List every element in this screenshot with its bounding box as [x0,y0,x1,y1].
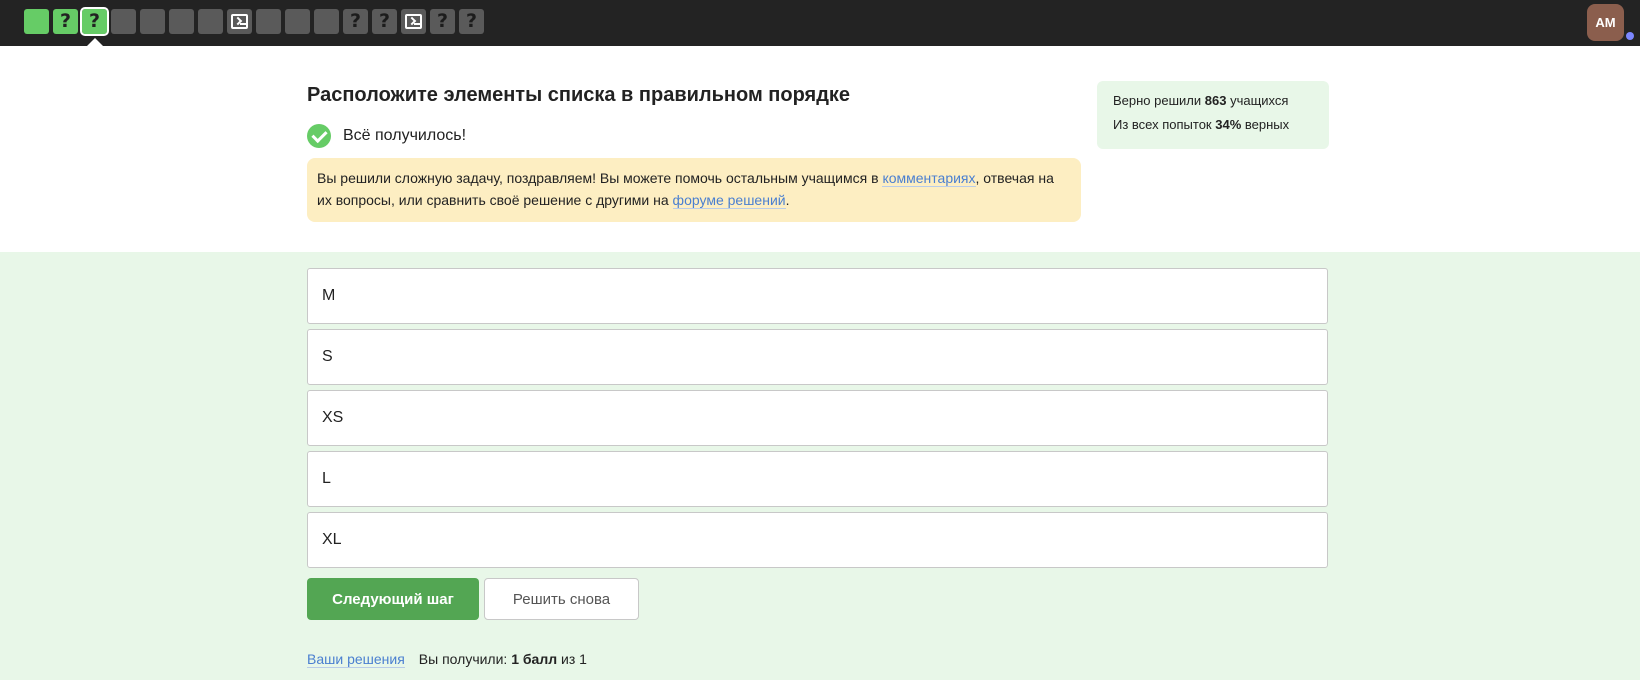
step-quiz[interactable]: ? [372,9,397,34]
comments-link[interactable]: комментариях [882,170,976,187]
top-bar: ?????? AM [0,0,1640,46]
list-item[interactable]: XS [307,390,1328,446]
step-quiz[interactable]: ? [459,9,484,34]
solutions-forum-link[interactable]: форуме решений [672,192,786,209]
score-label: Вы получили: [418,651,512,667]
question-icon: ? [88,10,101,32]
attempts-percent: 34% [1215,117,1242,132]
attempts-stat: Из всех попыток 34% верных [1113,113,1313,137]
notice-text: . [785,192,790,208]
list-item[interactable]: S [307,329,1328,385]
step[interactable] [198,9,223,34]
stat-label: учащихся [1226,93,1289,108]
score-total: из 1 [557,651,587,667]
your-solutions-link[interactable]: Ваши решения [307,651,405,668]
stats-panel: Верно решили 863 учащихся Из всех попыто… [1097,81,1329,149]
terminal-icon [231,14,248,29]
success-message: Всё получилось! [307,124,466,148]
page-title: Расположите элементы списка в правильном… [307,84,851,106]
list-item[interactable]: XL [307,512,1328,568]
solved-stat: Верно решили 863 учащихся [1113,89,1313,113]
step-done[interactable] [24,9,49,34]
step-quiz[interactable]: ? [430,9,455,34]
step[interactable] [169,9,194,34]
notification-dot [1626,32,1634,40]
step[interactable] [314,9,339,34]
question-icon: ? [349,10,362,32]
footer: Ваши решения Вы получили: 1 балл из 1 [307,651,587,668]
stat-label: Верно решили [1113,93,1205,108]
list-item[interactable]: L [307,451,1328,507]
stat-label: Из всех попыток [1113,117,1216,132]
terminal-icon [405,14,422,29]
retry-button[interactable]: Решить снова [484,578,639,620]
sortable-list: M S XS L XL [307,268,1328,573]
step-quiz[interactable]: ? [53,9,78,34]
avatar[interactable]: AM [1587,4,1624,41]
step-current[interactable]: ? [80,7,109,36]
check-icon [307,124,331,148]
question-icon: ? [436,10,449,32]
stat-label: верных [1241,117,1290,132]
step-quiz[interactable]: ? [343,9,368,34]
step[interactable] [111,9,136,34]
step-navigation: ?????? [24,7,484,36]
question-icon: ? [378,10,391,32]
step[interactable] [256,9,281,34]
success-text: Всё получилось! [343,127,467,144]
solved-count: 863 [1204,93,1227,108]
question-icon: ? [465,10,478,32]
score-value: 1 балл [511,651,558,667]
step-code[interactable] [401,9,426,34]
score: Вы получили: 1 балл из 1 [419,651,587,668]
next-step-button[interactable]: Следующий шаг [307,578,479,620]
notice-text: Вы решили сложную задачу, поздравляем! В… [317,170,883,186]
congrats-notice: Вы решили сложную задачу, поздравляем! В… [307,158,1081,222]
list-item[interactable]: M [307,268,1328,324]
step[interactable] [285,9,310,34]
step-code[interactable] [227,9,252,34]
step[interactable] [140,9,165,34]
question-icon: ? [59,10,72,32]
